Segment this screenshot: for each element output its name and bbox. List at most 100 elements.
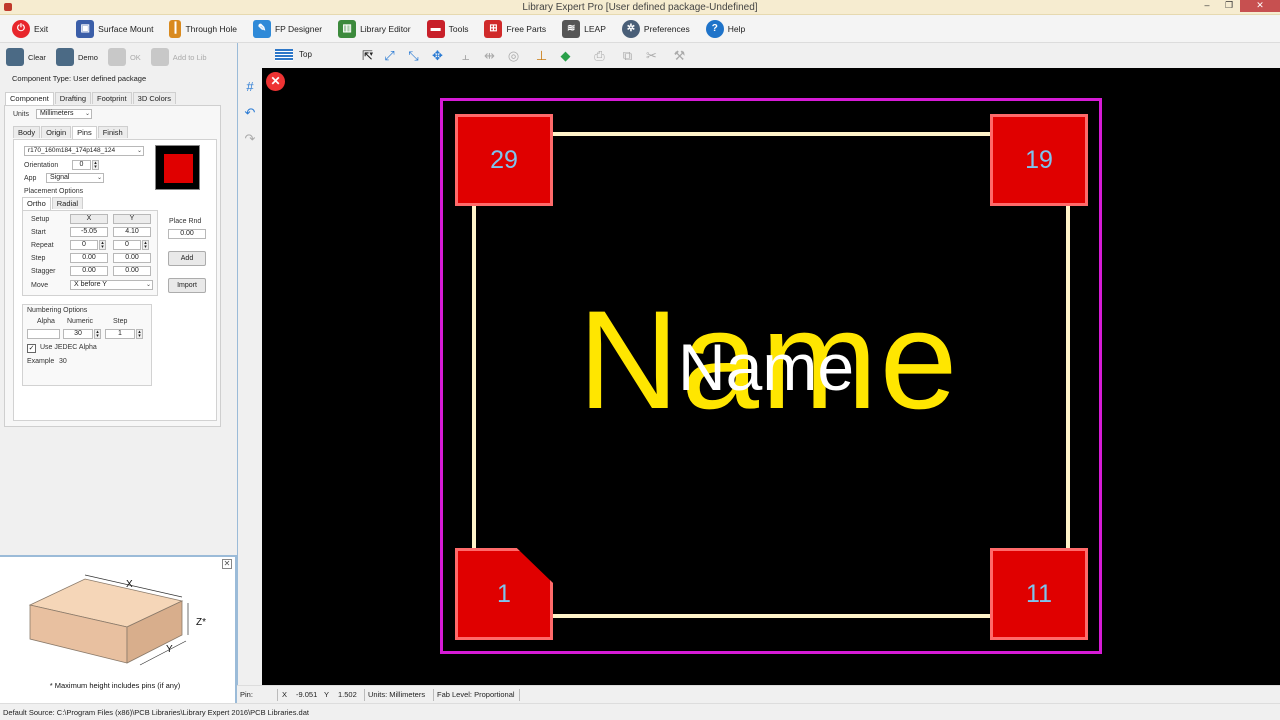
app-value: Signal (50, 174, 70, 181)
chip-icon: ▣ (76, 19, 95, 38)
zoom-extents-icon[interactable]: ⤢ (381, 47, 398, 64)
repeat-x-input[interactable]: 0 (70, 240, 98, 250)
close-icon[interactable]: ✕ (266, 72, 285, 91)
add-to-lib-icon (150, 48, 169, 66)
measure-icon[interactable]: ⊥ (533, 47, 550, 64)
vertical-toolstrip: # ↶ ↷ (237, 43, 262, 685)
chevron-down-icon: ⌄ (136, 148, 142, 154)
print-icon[interactable]: ⎙ (591, 47, 608, 64)
library-editor-button[interactable]: ▥ Library Editor (338, 18, 411, 40)
rotate-icon[interactable]: ◎ (505, 47, 522, 64)
repeat-y-input[interactable]: 0 (113, 240, 141, 250)
orientation-input[interactable]: 0 (72, 160, 91, 170)
restore-button[interactable]: ❐ (1218, 0, 1240, 12)
exit-button[interactable]: ⏻ Exit (12, 18, 48, 40)
leap-button[interactable]: ≋ LEAP (562, 18, 606, 40)
pointer-icon[interactable]: ⇱ (359, 47, 376, 64)
repeat-label: Repeat (31, 242, 54, 249)
app-select[interactable]: Signal ⌄ (46, 173, 104, 183)
component-panel: Clear Demo OK Add to Lib Component Type:… (0, 43, 237, 555)
start-label: Start (31, 229, 46, 236)
alpha-label: Alpha (37, 318, 55, 325)
tab-pins[interactable]: Pins (72, 126, 97, 139)
delete-icon[interactable]: ✂ (643, 47, 660, 64)
pin-color-swatch[interactable] (155, 145, 200, 190)
tab-origin[interactable]: Origin (41, 126, 72, 138)
add-button[interactable]: Add (168, 251, 206, 266)
component-name-small: Name (678, 330, 855, 404)
import-button[interactable]: Import (168, 278, 206, 293)
free-parts-button[interactable]: ⊞ Free Parts (484, 18, 546, 40)
jedec-checkbox[interactable]: ✓ (27, 344, 36, 353)
numbering-step-spinner[interactable]: ▴ ▾ (136, 329, 143, 339)
demo-button[interactable]: Demo (55, 48, 98, 66)
tools-button[interactable]: ▬ Tools (426, 18, 468, 40)
repeat-y-spinner[interactable]: ▴ ▾ (142, 240, 149, 250)
step-y-input[interactable]: 0.00 (113, 253, 151, 263)
fp-designer-button[interactable]: ✎ FP Designer (252, 18, 323, 40)
placement-tabs: Ortho Radial (22, 197, 84, 210)
help-button[interactable]: ? Help (705, 18, 745, 40)
minimize-button[interactable]: – (1196, 0, 1218, 12)
clear-button[interactable]: Clear (6, 48, 46, 66)
tab-finish[interactable]: Finish (97, 126, 128, 138)
pad-11[interactable]: 11 (990, 548, 1088, 640)
orientation-spinner[interactable]: ▴ ▾ (92, 160, 99, 170)
pin-name-value: r170_160m184_174p148_124 (28, 147, 116, 154)
pan-icon[interactable]: ✥ (429, 47, 446, 64)
x-coordinate: -9.051 (296, 690, 318, 699)
pad-29[interactable]: 29 (455, 114, 553, 206)
tab-3d-colors[interactable]: 3D Colors (132, 92, 176, 104)
close-window-button[interactable]: ✕ (1240, 0, 1280, 12)
alpha-input[interactable] (27, 329, 60, 339)
layers-icon (275, 49, 293, 61)
pin-status: Pin: (240, 690, 253, 699)
ok-button[interactable]: OK (107, 48, 141, 66)
chevron-down-icon: ⌄ (145, 282, 151, 288)
fp-designer-label: FP Designer (274, 23, 323, 34)
app-label: App (24, 175, 37, 182)
through-hole-label: Through Hole (185, 23, 237, 34)
units-select[interactable]: Millimeters ⌄ (36, 109, 92, 119)
move-select[interactable]: X before Y ⌄ (70, 280, 153, 290)
tab-ortho[interactable]: Ortho (22, 197, 51, 210)
through-hole-button[interactable]: ┃ Through Hole (169, 18, 237, 40)
tab-footprint[interactable]: Footprint (92, 92, 132, 104)
start-y-input[interactable]: 4.10 (113, 227, 151, 237)
redo-icon[interactable]: ↷ (242, 131, 258, 147)
numeric-input[interactable]: 30 (63, 329, 93, 339)
start-x-input[interactable]: -5.05 (70, 227, 108, 237)
numbering-step-input[interactable]: 1 (105, 329, 135, 339)
stagger-y-input[interactable]: 0.00 (113, 266, 151, 276)
zoom-fit-icon[interactable]: ⤡ (405, 47, 422, 64)
step-x-input[interactable]: 0.00 (70, 253, 108, 263)
grid-add-icon[interactable]: # (242, 79, 258, 95)
wrench-icon[interactable]: ⚒ (671, 47, 688, 64)
tab-drafting[interactable]: Drafting (54, 92, 92, 104)
color-layers-icon[interactable]: ◆ (557, 47, 574, 64)
numeric-spinner[interactable]: ▴ ▾ (94, 329, 101, 339)
tab-body[interactable]: Body (13, 126, 41, 138)
footprint-canvas[interactable]: ✕ 29 19 1 11 Name Name (262, 68, 1280, 685)
add-to-lib-button[interactable]: Add to Lib (150, 48, 207, 66)
surface-mount-button[interactable]: ▣ Surface Mount (76, 18, 153, 40)
free-parts-label: Free Parts (506, 23, 547, 34)
undo-icon[interactable]: ↶ (242, 105, 258, 121)
tab-component[interactable]: Component (5, 92, 54, 105)
pin-name-select[interactable]: r170_160m184_174p148_124 ⌄ (24, 146, 144, 156)
tab-radial[interactable]: Radial (51, 197, 84, 209)
repeat-x-spinner[interactable]: ▴ ▾ (99, 240, 106, 250)
mirror-icon[interactable]: ⇹ (481, 47, 498, 64)
align-icon[interactable]: ⫠ (457, 47, 474, 64)
place-rnd-input[interactable]: 0.00 (168, 229, 206, 239)
preferences-button[interactable]: ✲ Preferences (621, 18, 690, 40)
power-icon: ⏻ (12, 19, 30, 38)
place-rnd-label: Place Rnd (169, 218, 202, 225)
stagger-x-input[interactable]: 0.00 (70, 266, 108, 276)
pad-19[interactable]: 19 (990, 114, 1088, 206)
x-label: X (282, 690, 288, 699)
window-controls: – ❐ ✕ (1196, 0, 1280, 12)
copy-icon[interactable]: ⧉ (619, 47, 636, 64)
component-tabs: Component Drafting Footprint 3D Colors (5, 92, 177, 105)
clear-label: Clear (28, 52, 46, 62)
